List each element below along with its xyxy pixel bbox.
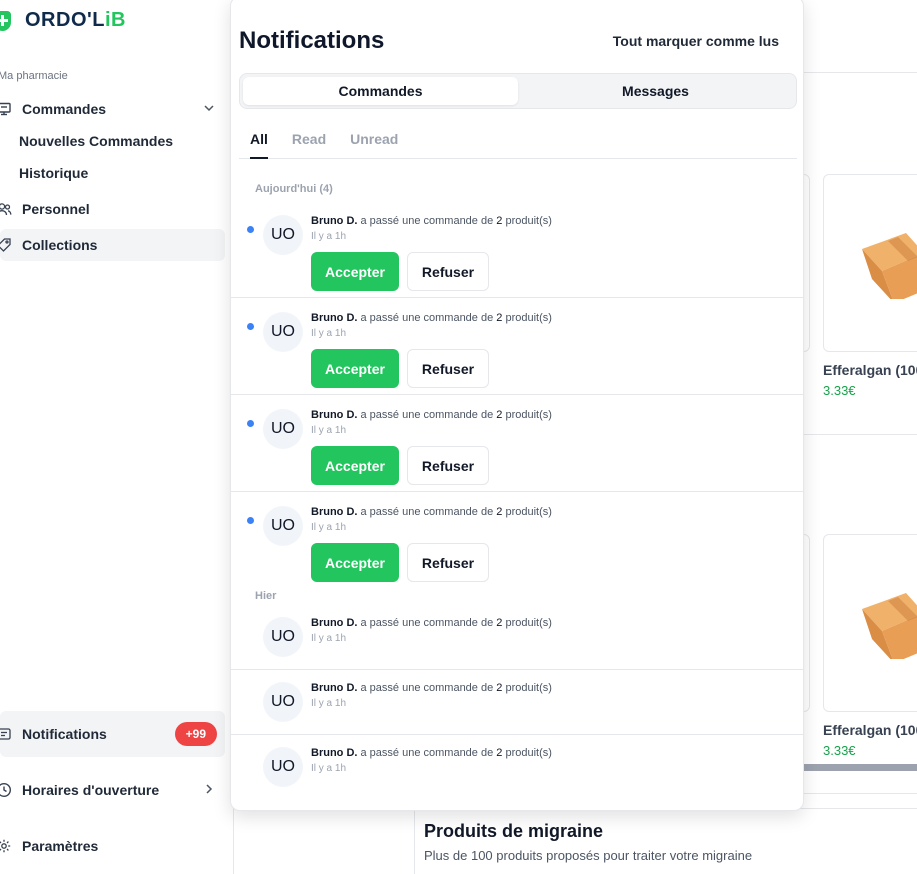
chevron-right-icon <box>203 783 215 798</box>
notification-time: Il y a 1h <box>311 522 347 533</box>
notification-sender: Bruno D. <box>311 215 358 227</box>
sidebar: ORDO'LiB Ma pharmacie Commandes Nouvelle… <box>0 0 234 874</box>
avatar: UO <box>263 617 303 657</box>
sidebar-item-parametres[interactable]: Paramètres <box>0 830 225 862</box>
notification-item[interactable]: UO Bruno D. a passé une commande de 2 pr… <box>231 201 803 298</box>
product-name: Efferalgan (100 <box>823 722 917 738</box>
app-root: ORDO'LiB Ma pharmacie Commandes Nouvelle… <box>0 0 917 874</box>
sidebar-item-notifications[interactable]: Notifications +99 <box>0 711 225 757</box>
unread-dot-icon <box>247 420 254 427</box>
sidebar-item-label: Commandes <box>22 101 107 117</box>
package-box-icon <box>862 233 917 299</box>
notification-sender: Bruno D. <box>311 617 358 629</box>
notification-text: Bruno D. a passé une commande de 2 produ… <box>311 506 552 518</box>
filter-all[interactable]: All <box>250 125 268 159</box>
refuse-button[interactable]: Refuser <box>407 446 489 485</box>
pharmacy-cross-icon <box>0 10 11 31</box>
notification-item[interactable]: UO Bruno D. a passé une commande de 2 pr… <box>231 735 803 800</box>
accept-button[interactable]: Accepter <box>311 543 399 582</box>
avatar: UO <box>263 747 303 787</box>
panel-title: Notifications <box>239 27 385 54</box>
promo-subtitle: Plus de 100 produits proposés pour trait… <box>424 848 753 863</box>
refuse-button[interactable]: Refuser <box>407 543 489 582</box>
notification-time: Il y a 1h <box>311 231 347 242</box>
avatar: UO <box>263 506 303 546</box>
notification-text: Bruno D. a passé une commande de 2 produ… <box>311 215 552 227</box>
chevron-down-icon <box>203 102 215 117</box>
notification-item[interactable]: UO Bruno D. a passé une commande de 2 pr… <box>231 605 803 670</box>
notification-time: Il y a 1h <box>311 698 347 709</box>
sidebar-item-label: Paramètres <box>22 838 99 854</box>
product-card[interactable] <box>823 174 917 352</box>
package-box-icon <box>862 593 917 659</box>
notification-sender: Bruno D. <box>311 682 358 694</box>
accept-button[interactable]: Accepter <box>311 446 399 485</box>
product-price: 3.33€ <box>823 743 856 758</box>
logo-text: ORDO'LiB <box>25 9 126 31</box>
sidebar-item-label: Personnel <box>22 201 90 217</box>
notification-sender: Bruno D. <box>311 312 358 324</box>
mark-all-read-button[interactable]: Tout marquer comme lus <box>613 33 779 49</box>
sidebar-item-label: Collections <box>22 237 98 253</box>
unread-dot-icon <box>247 226 254 233</box>
clock-icon <box>0 782 12 798</box>
sidebar-item-commandes[interactable]: Commandes <box>0 93 225 125</box>
tab-commandes[interactable]: Commandes <box>243 77 518 105</box>
monitor-icon <box>0 101 12 117</box>
sidebar-item-historique[interactable]: Historique <box>19 165 88 181</box>
sidebar-item-label: Notifications <box>22 726 107 742</box>
notification-list-icon <box>0 726 12 742</box>
sidebar-item-personnel[interactable]: Personnel <box>0 193 225 225</box>
refuse-button[interactable]: Refuser <box>407 252 489 291</box>
promo-title: Produits de migraine <box>424 821 604 841</box>
notification-sender: Bruno D. <box>311 747 358 759</box>
avatar: UO <box>263 312 303 352</box>
tag-icon <box>0 237 12 253</box>
notification-filters: All Read Unread <box>239 125 797 159</box>
section-label: Ma pharmacie <box>0 70 68 82</box>
accept-button[interactable]: Accepter <box>311 349 399 388</box>
filter-read[interactable]: Read <box>292 125 326 158</box>
avatar: UO <box>263 682 303 722</box>
sidebar-item-label: Horaires d'ouverture <box>22 782 160 798</box>
notification-text: Bruno D. a passé une commande de 2 produ… <box>311 312 552 324</box>
notification-count-badge: +99 <box>174 722 217 746</box>
notification-item[interactable]: UO Bruno D. a passé une commande de 2 pr… <box>231 298 803 395</box>
sidebar-item-horaires[interactable]: Horaires d'ouverture <box>0 774 225 806</box>
gear-icon <box>0 838 12 854</box>
notification-time: Il y a 1h <box>311 633 347 644</box>
notification-sender: Bruno D. <box>311 506 358 518</box>
notification-item[interactable]: UO Bruno D. a passé une commande de 2 pr… <box>231 670 803 735</box>
accept-button[interactable]: Accepter <box>311 252 399 291</box>
notification-time: Il y a 1h <box>311 425 347 436</box>
tab-messages[interactable]: Messages <box>518 77 793 105</box>
notification-sender: Bruno D. <box>311 409 358 421</box>
unread-dot-icon <box>247 517 254 524</box>
sidebar-item-collections[interactable]: Collections <box>0 229 225 261</box>
refuse-button[interactable]: Refuser <box>407 349 489 388</box>
avatar: UO <box>263 215 303 255</box>
notification-text: Bruno D. a passé une commande de 2 produ… <box>311 747 552 759</box>
notification-text: Bruno D. a passé une commande de 2 produ… <box>311 682 552 694</box>
filter-unread[interactable]: Unread <box>350 125 398 158</box>
notifications-panel: Notifications Tout marquer comme lus Com… <box>230 0 804 811</box>
notification-item[interactable]: UO Bruno D. a passé une commande de 2 pr… <box>231 492 803 584</box>
avatar: UO <box>263 409 303 449</box>
group-label-yesterday: Hier <box>255 590 277 602</box>
notification-time: Il y a 1h <box>311 763 347 774</box>
notification-text: Bruno D. a passé une commande de 2 produ… <box>311 409 552 421</box>
notification-item[interactable]: UO Bruno D. a passé une commande de 2 pr… <box>231 395 803 492</box>
notification-type-tabs: Commandes Messages <box>239 73 797 109</box>
group-label-today: Aujourd'hui (4) <box>255 183 333 195</box>
horizontal-scrollbar[interactable] <box>803 764 917 771</box>
notification-text: Bruno D. a passé une commande de 2 produ… <box>311 617 552 629</box>
product-name: Efferalgan (100 <box>823 362 917 378</box>
unread-dot-icon <box>247 323 254 330</box>
users-icon <box>0 201 12 217</box>
product-card[interactable] <box>823 534 917 712</box>
product-price: 3.33€ <box>823 383 856 398</box>
notification-time: Il y a 1h <box>311 328 347 339</box>
logo[interactable]: ORDO'LiB <box>0 9 126 32</box>
sidebar-item-nouvelles-commandes[interactable]: Nouvelles Commandes <box>19 133 173 149</box>
